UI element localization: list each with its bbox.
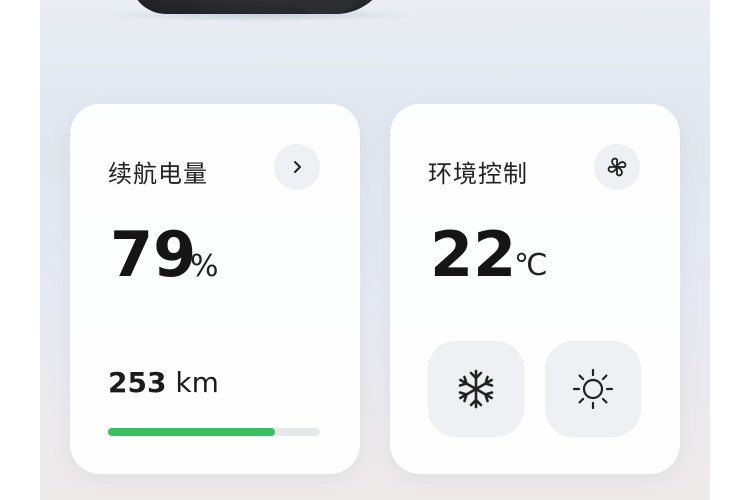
battery-card[interactable]: 续航电量 79 % 253 km <box>70 104 360 474</box>
chevron-right-icon <box>294 161 301 173</box>
battery-range-value: 253 <box>108 366 167 399</box>
battery-card-title: 续航电量 <box>108 160 208 188</box>
sun-icon <box>572 368 614 410</box>
battery-percent-unit: % <box>190 249 219 284</box>
battery-progress-track <box>108 428 320 436</box>
temperature-value: 22 <box>430 218 517 291</box>
battery-detail-button[interactable] <box>274 144 320 190</box>
cooling-button[interactable] <box>428 341 524 437</box>
battery-range-unit: km <box>175 366 219 399</box>
climate-card[interactable]: 环境控制 22 ℃ <box>390 104 680 474</box>
snowflake-icon <box>458 369 494 409</box>
temperature-unit: ℃ <box>514 248 548 283</box>
fan-icon <box>607 157 627 177</box>
climate-card-title: 环境控制 <box>428 160 528 188</box>
battery-percent-value: 79 <box>110 218 197 291</box>
heating-button[interactable] <box>545 341 641 437</box>
app-screen: 续航电量 79 % 253 km 环境控制 22 ℃ <box>40 0 710 500</box>
battery-progress-fill <box>108 428 276 436</box>
fan-button[interactable] <box>594 144 640 190</box>
battery-range: 253 km <box>108 366 219 399</box>
